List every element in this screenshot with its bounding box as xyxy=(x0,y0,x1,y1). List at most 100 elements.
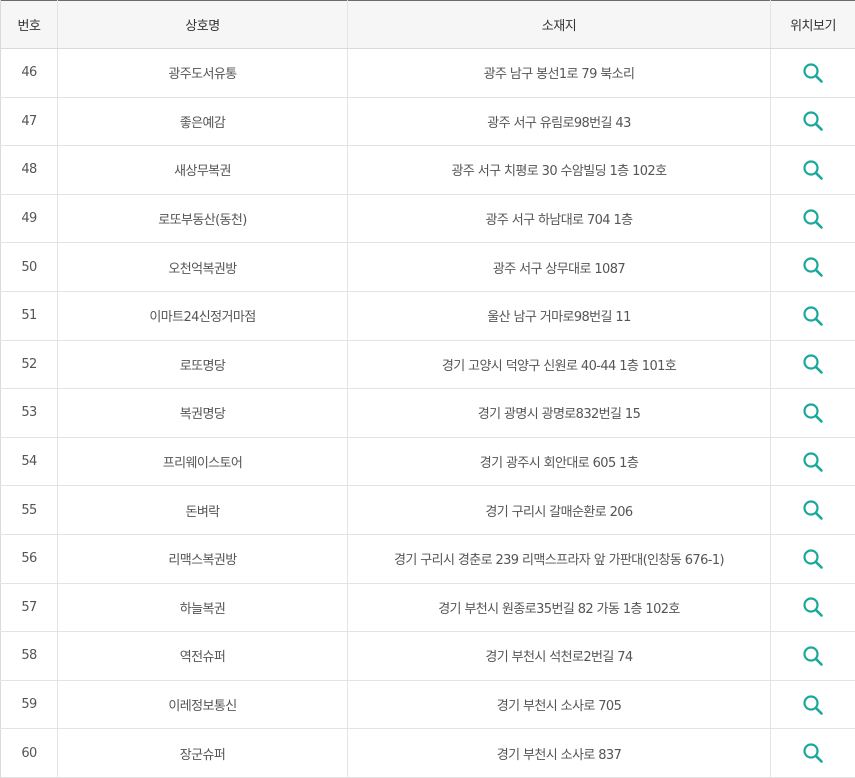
store-name: 하늘복권 xyxy=(57,583,348,633)
store-address: 경기 구리시 경춘로 239 리맥스프라자 앞 가판대(인창동 676-1) xyxy=(347,534,771,584)
store-address: 경기 부천시 원종로35번길 82 가동 1층 102호 xyxy=(347,583,771,633)
store-name: 리맥스복권방 xyxy=(57,534,348,584)
table-row: 56 리맥스복권방 경기 구리시 경춘로 239 리맥스프라자 앞 가판대(인창동 … xyxy=(0,534,855,584)
store-name: 새상무복권 xyxy=(57,145,348,195)
view-location-button[interactable] xyxy=(798,738,828,768)
map-cell xyxy=(770,145,855,195)
map-cell xyxy=(770,340,855,390)
view-location-button[interactable] xyxy=(798,252,828,282)
table-row: 59 이레정보통신 경기 부천시 소사로 705 xyxy=(0,680,855,730)
row-number: 47 xyxy=(0,97,58,147)
view-location-button[interactable] xyxy=(798,155,828,185)
table-row: 46 광주도서유통 광주 남구 봉선1로 79 북소리 xyxy=(0,48,855,98)
header-number: 번호 xyxy=(0,0,58,49)
table-row: 52 로또명당 경기 고양시 덕양구 신원로 40-44 1층 101호 xyxy=(0,340,855,390)
store-name: 장군슈퍼 xyxy=(57,728,348,778)
row-number: 50 xyxy=(0,242,58,292)
table-header: 번호 상호명 소재지 위치보기 xyxy=(0,0,855,49)
table-row: 57 하늘복권 경기 부천시 원종로35번길 82 가동 1층 102호 xyxy=(0,583,855,633)
store-address: 경기 부천시 소사로 705 xyxy=(347,680,771,730)
row-number: 59 xyxy=(0,680,58,730)
map-cell xyxy=(770,48,855,98)
search-icon xyxy=(803,208,823,229)
view-location-button[interactable] xyxy=(798,641,828,671)
row-number: 56 xyxy=(0,534,58,584)
store-address: 경기 구리시 갈매순환로 206 xyxy=(347,485,771,535)
store-address: 경기 고양시 덕양구 신원로 40-44 1층 101호 xyxy=(347,340,771,390)
search-icon xyxy=(803,63,823,83)
table-row: 54 프리웨이스토어 경기 광주시 회안대로 605 1층 xyxy=(0,437,855,487)
search-icon xyxy=(803,160,823,180)
map-cell xyxy=(770,291,855,341)
row-number: 58 xyxy=(0,631,58,681)
store-name: 복권명당 xyxy=(57,388,348,438)
map-cell xyxy=(770,534,855,584)
header-map: 위치보기 xyxy=(770,0,855,49)
search-icon xyxy=(803,500,823,520)
row-number: 57 xyxy=(0,583,58,633)
view-location-button[interactable] xyxy=(798,447,828,477)
row-number: 48 xyxy=(0,145,58,195)
search-icon xyxy=(803,646,823,666)
store-address: 경기 부천시 석천로2번길 74 xyxy=(347,631,771,681)
table-row: 47 좋은예감 광주 서구 유림로98번길 43 xyxy=(0,97,855,147)
store-address: 광주 서구 상무대로 1087 xyxy=(347,242,771,292)
store-name: 돈벼락 xyxy=(57,485,348,535)
table-body: 46 광주도서유통 광주 남구 봉선1로 79 북소리 47 좋은예감 광주 서구 유림로… xyxy=(0,48,855,778)
view-location-button[interactable] xyxy=(798,495,828,525)
table-row: 48 새상무복권 광주 서구 치평로 30 수암빌딩 1층 102호 xyxy=(0,145,855,195)
search-icon xyxy=(803,403,823,423)
header-address: 소재지 xyxy=(347,0,771,49)
table-row: 49 로또부동산(동천) 광주 서구 하남대로 704 1층 xyxy=(0,194,855,244)
view-location-button[interactable] xyxy=(798,544,828,574)
view-location-button[interactable] xyxy=(798,204,828,234)
header-name: 상호명 xyxy=(57,0,348,49)
store-name: 좋은예감 xyxy=(57,97,348,147)
table-row: 53 복권명당 경기 광명시 광명로832번길 15 xyxy=(0,388,855,438)
view-location-button[interactable] xyxy=(798,398,828,428)
row-number: 55 xyxy=(0,485,58,535)
store-address: 광주 서구 유림로98번길 43 xyxy=(347,97,771,147)
view-location-button[interactable] xyxy=(798,301,828,331)
search-icon xyxy=(803,111,823,132)
row-number: 60 xyxy=(0,728,58,778)
store-name: 로또부동산(동천) xyxy=(57,194,348,244)
table-row: 60 장군슈퍼 경기 부천시 소사로 837 xyxy=(0,728,855,778)
search-icon xyxy=(803,451,823,472)
view-location-button[interactable] xyxy=(798,690,828,720)
store-address: 광주 남구 봉선1로 79 북소리 xyxy=(347,48,771,98)
store-name: 역전슈퍼 xyxy=(57,631,348,681)
view-location-button[interactable] xyxy=(798,592,828,622)
store-name: 로또명당 xyxy=(57,340,348,390)
store-address: 울산 남구 거마로98번길 11 xyxy=(347,291,771,341)
store-name: 오천억복권방 xyxy=(57,242,348,292)
search-icon xyxy=(803,306,823,326)
row-number: 49 xyxy=(0,194,58,244)
store-address: 경기 광명시 광명로832번길 15 xyxy=(347,388,771,438)
store-name: 이마트24신정거마점 xyxy=(57,291,348,341)
store-address: 경기 부천시 소사로 837 xyxy=(347,728,771,778)
row-number: 54 xyxy=(0,437,58,487)
map-cell xyxy=(770,728,855,778)
store-list-table: 번호 상호명 소재지 위치보기 46 광주도서유통 광주 남구 봉선1로 79 북소… xyxy=(0,0,855,778)
view-location-button[interactable] xyxy=(798,58,828,88)
store-name: 광주도서유통 xyxy=(57,48,348,98)
map-cell xyxy=(770,631,855,681)
view-location-button[interactable] xyxy=(798,106,828,136)
map-cell xyxy=(770,583,855,633)
header-row: 번호 상호명 소재지 위치보기 xyxy=(0,0,855,49)
map-cell xyxy=(770,97,855,147)
map-cell xyxy=(770,680,855,730)
store-address: 광주 서구 치평로 30 수암빌딩 1층 102호 xyxy=(347,145,771,195)
row-number: 53 xyxy=(0,388,58,438)
row-number: 52 xyxy=(0,340,58,390)
search-icon xyxy=(803,257,823,277)
table-row: 51 이마트24신정거마점 울산 남구 거마로98번길 11 xyxy=(0,291,855,341)
search-icon xyxy=(803,549,823,569)
search-icon xyxy=(803,743,823,763)
store-name: 이레정보통신 xyxy=(57,680,348,730)
table-row: 58 역전슈퍼 경기 부천시 석천로2번길 74 xyxy=(0,631,855,681)
view-location-button[interactable] xyxy=(798,349,828,379)
map-cell xyxy=(770,437,855,487)
map-cell xyxy=(770,242,855,292)
